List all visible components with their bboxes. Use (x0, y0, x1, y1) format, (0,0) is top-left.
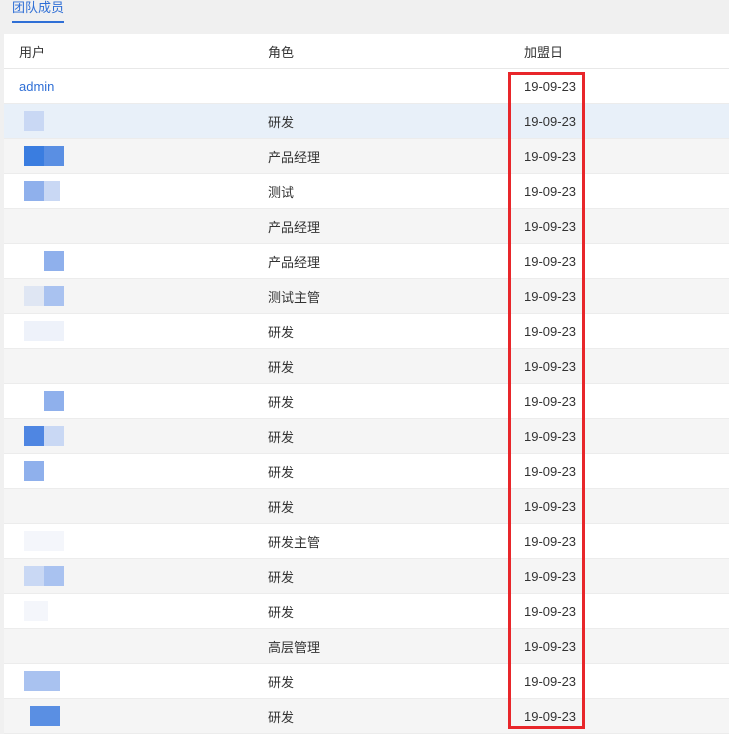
user-name-cell[interactable] (19, 629, 249, 663)
table-header: 用户 角色 加盟日 (4, 34, 729, 69)
table-row[interactable]: 测试 19-09-23 (4, 174, 729, 209)
user-name-cell[interactable] (19, 174, 249, 208)
joined-date-cell: 19-09-23 (524, 253, 577, 269)
user-name-cell[interactable] (19, 699, 249, 733)
role-cell: 产品经理 (268, 254, 321, 270)
column-header-user[interactable]: 用户 (19, 34, 249, 68)
joined-date-cell: 19-09-23 (524, 288, 577, 304)
role-cell: 研发 (268, 674, 295, 690)
user-name-cell[interactable] (19, 454, 249, 488)
user-name-cell[interactable] (19, 349, 249, 383)
user-name-cell[interactable] (19, 664, 249, 698)
role-cell: 研发主管 (268, 534, 321, 550)
role-cell: 研发 (268, 359, 295, 375)
role-cell: 产品经理 (268, 219, 321, 235)
table-row[interactable]: 研发 19-09-23 (4, 314, 729, 349)
user-name-cell[interactable] (19, 139, 249, 173)
joined-date-cell: 19-09-23 (524, 323, 577, 339)
user-name-cell[interactable] (19, 314, 249, 348)
table-row[interactable]: 研发 19-09-23 (4, 489, 729, 524)
user-name-cell[interactable] (19, 489, 249, 523)
role-cell: 研发 (268, 324, 295, 340)
role-cell: 高层管理 (268, 639, 321, 655)
joined-date-cell: 19-09-23 (524, 183, 577, 199)
role-cell: 研发 (268, 429, 295, 445)
user-name-cell[interactable] (19, 594, 249, 628)
user-name-cell[interactable] (19, 104, 249, 138)
role-cell: 研发 (268, 114, 295, 130)
table-row[interactable]: 产品经理 19-09-23 (4, 139, 729, 174)
table-row[interactable]: 高层管理 19-09-23 (4, 629, 729, 664)
table-row[interactable]: 研发 19-09-23 (4, 454, 729, 489)
role-cell (268, 69, 508, 103)
user-name-cell[interactable] (19, 244, 249, 278)
role-cell: 测试主管 (268, 289, 321, 305)
role-cell: 研发 (268, 394, 295, 410)
joined-date-cell: 19-09-23 (524, 638, 577, 654)
user-name-cell[interactable] (19, 559, 249, 593)
table-row[interactable]: 研发 19-09-23 (4, 559, 729, 594)
joined-date-cell: 19-09-23 (524, 78, 577, 94)
column-header-role[interactable]: 角色 (268, 34, 508, 68)
table-row[interactable]: 研发主管 19-09-23 (4, 524, 729, 559)
role-cell: 研发 (268, 709, 295, 725)
joined-date-cell: 19-09-23 (524, 463, 577, 479)
user-name-link[interactable]: admin (19, 69, 249, 103)
tab-team-members[interactable]: 团队成员 (12, 0, 65, 23)
table-row[interactable]: 产品经理 19-09-23 (4, 209, 729, 244)
column-header-joined[interactable]: 加盟日 (524, 34, 644, 68)
joined-date-cell: 19-09-23 (524, 568, 577, 584)
joined-date-cell: 19-09-23 (524, 148, 577, 164)
role-cell: 研发 (268, 569, 295, 585)
joined-date-cell: 19-09-23 (524, 708, 577, 724)
table-row[interactable]: admin 19-09-23 (4, 69, 729, 104)
joined-date-cell: 19-09-23 (524, 498, 577, 514)
role-cell: 研发 (268, 464, 295, 480)
user-name-cell[interactable] (19, 384, 249, 418)
role-cell: 测试 (268, 184, 295, 200)
joined-date-cell: 19-09-23 (524, 113, 577, 129)
table-row[interactable]: 研发 19-09-23 (4, 104, 729, 139)
table-row[interactable]: 产品经理 19-09-23 (4, 244, 729, 279)
user-name-cell[interactable] (19, 209, 249, 243)
team-members-page: 团队成员 用户 角色 加盟日 admin 19-09-23 研发 19-09-2… (0, 0, 729, 734)
role-cell: 研发 (268, 604, 295, 620)
table-row[interactable]: 研发 19-09-23 (4, 699, 729, 734)
joined-date-cell: 19-09-23 (524, 673, 577, 689)
table-row[interactable]: 研发 19-09-23 (4, 419, 729, 454)
table-row[interactable]: 研发 19-09-23 (4, 349, 729, 384)
joined-date-cell: 19-09-23 (524, 358, 577, 374)
role-cell: 研发 (268, 499, 295, 515)
table-row[interactable]: 研发 19-09-23 (4, 664, 729, 699)
table-row[interactable]: 研发 19-09-23 (4, 384, 729, 419)
user-name-cell[interactable] (19, 279, 249, 313)
user-name-cell[interactable] (19, 524, 249, 558)
table-row[interactable]: 测试主管 19-09-23 (4, 279, 729, 314)
table-row[interactable]: 研发 19-09-23 (4, 594, 729, 629)
joined-date-cell: 19-09-23 (524, 218, 577, 234)
joined-date-cell: 19-09-23 (524, 393, 577, 409)
tab-bar: 团队成员 (0, 0, 729, 34)
members-table: 用户 角色 加盟日 admin 19-09-23 研发 19-09-23 产品经… (4, 34, 729, 734)
joined-date-cell: 19-09-23 (524, 533, 577, 549)
joined-date-cell: 19-09-23 (524, 428, 577, 444)
user-name-cell[interactable] (19, 419, 249, 453)
joined-date-cell: 19-09-23 (524, 603, 577, 619)
role-cell: 产品经理 (268, 149, 321, 165)
